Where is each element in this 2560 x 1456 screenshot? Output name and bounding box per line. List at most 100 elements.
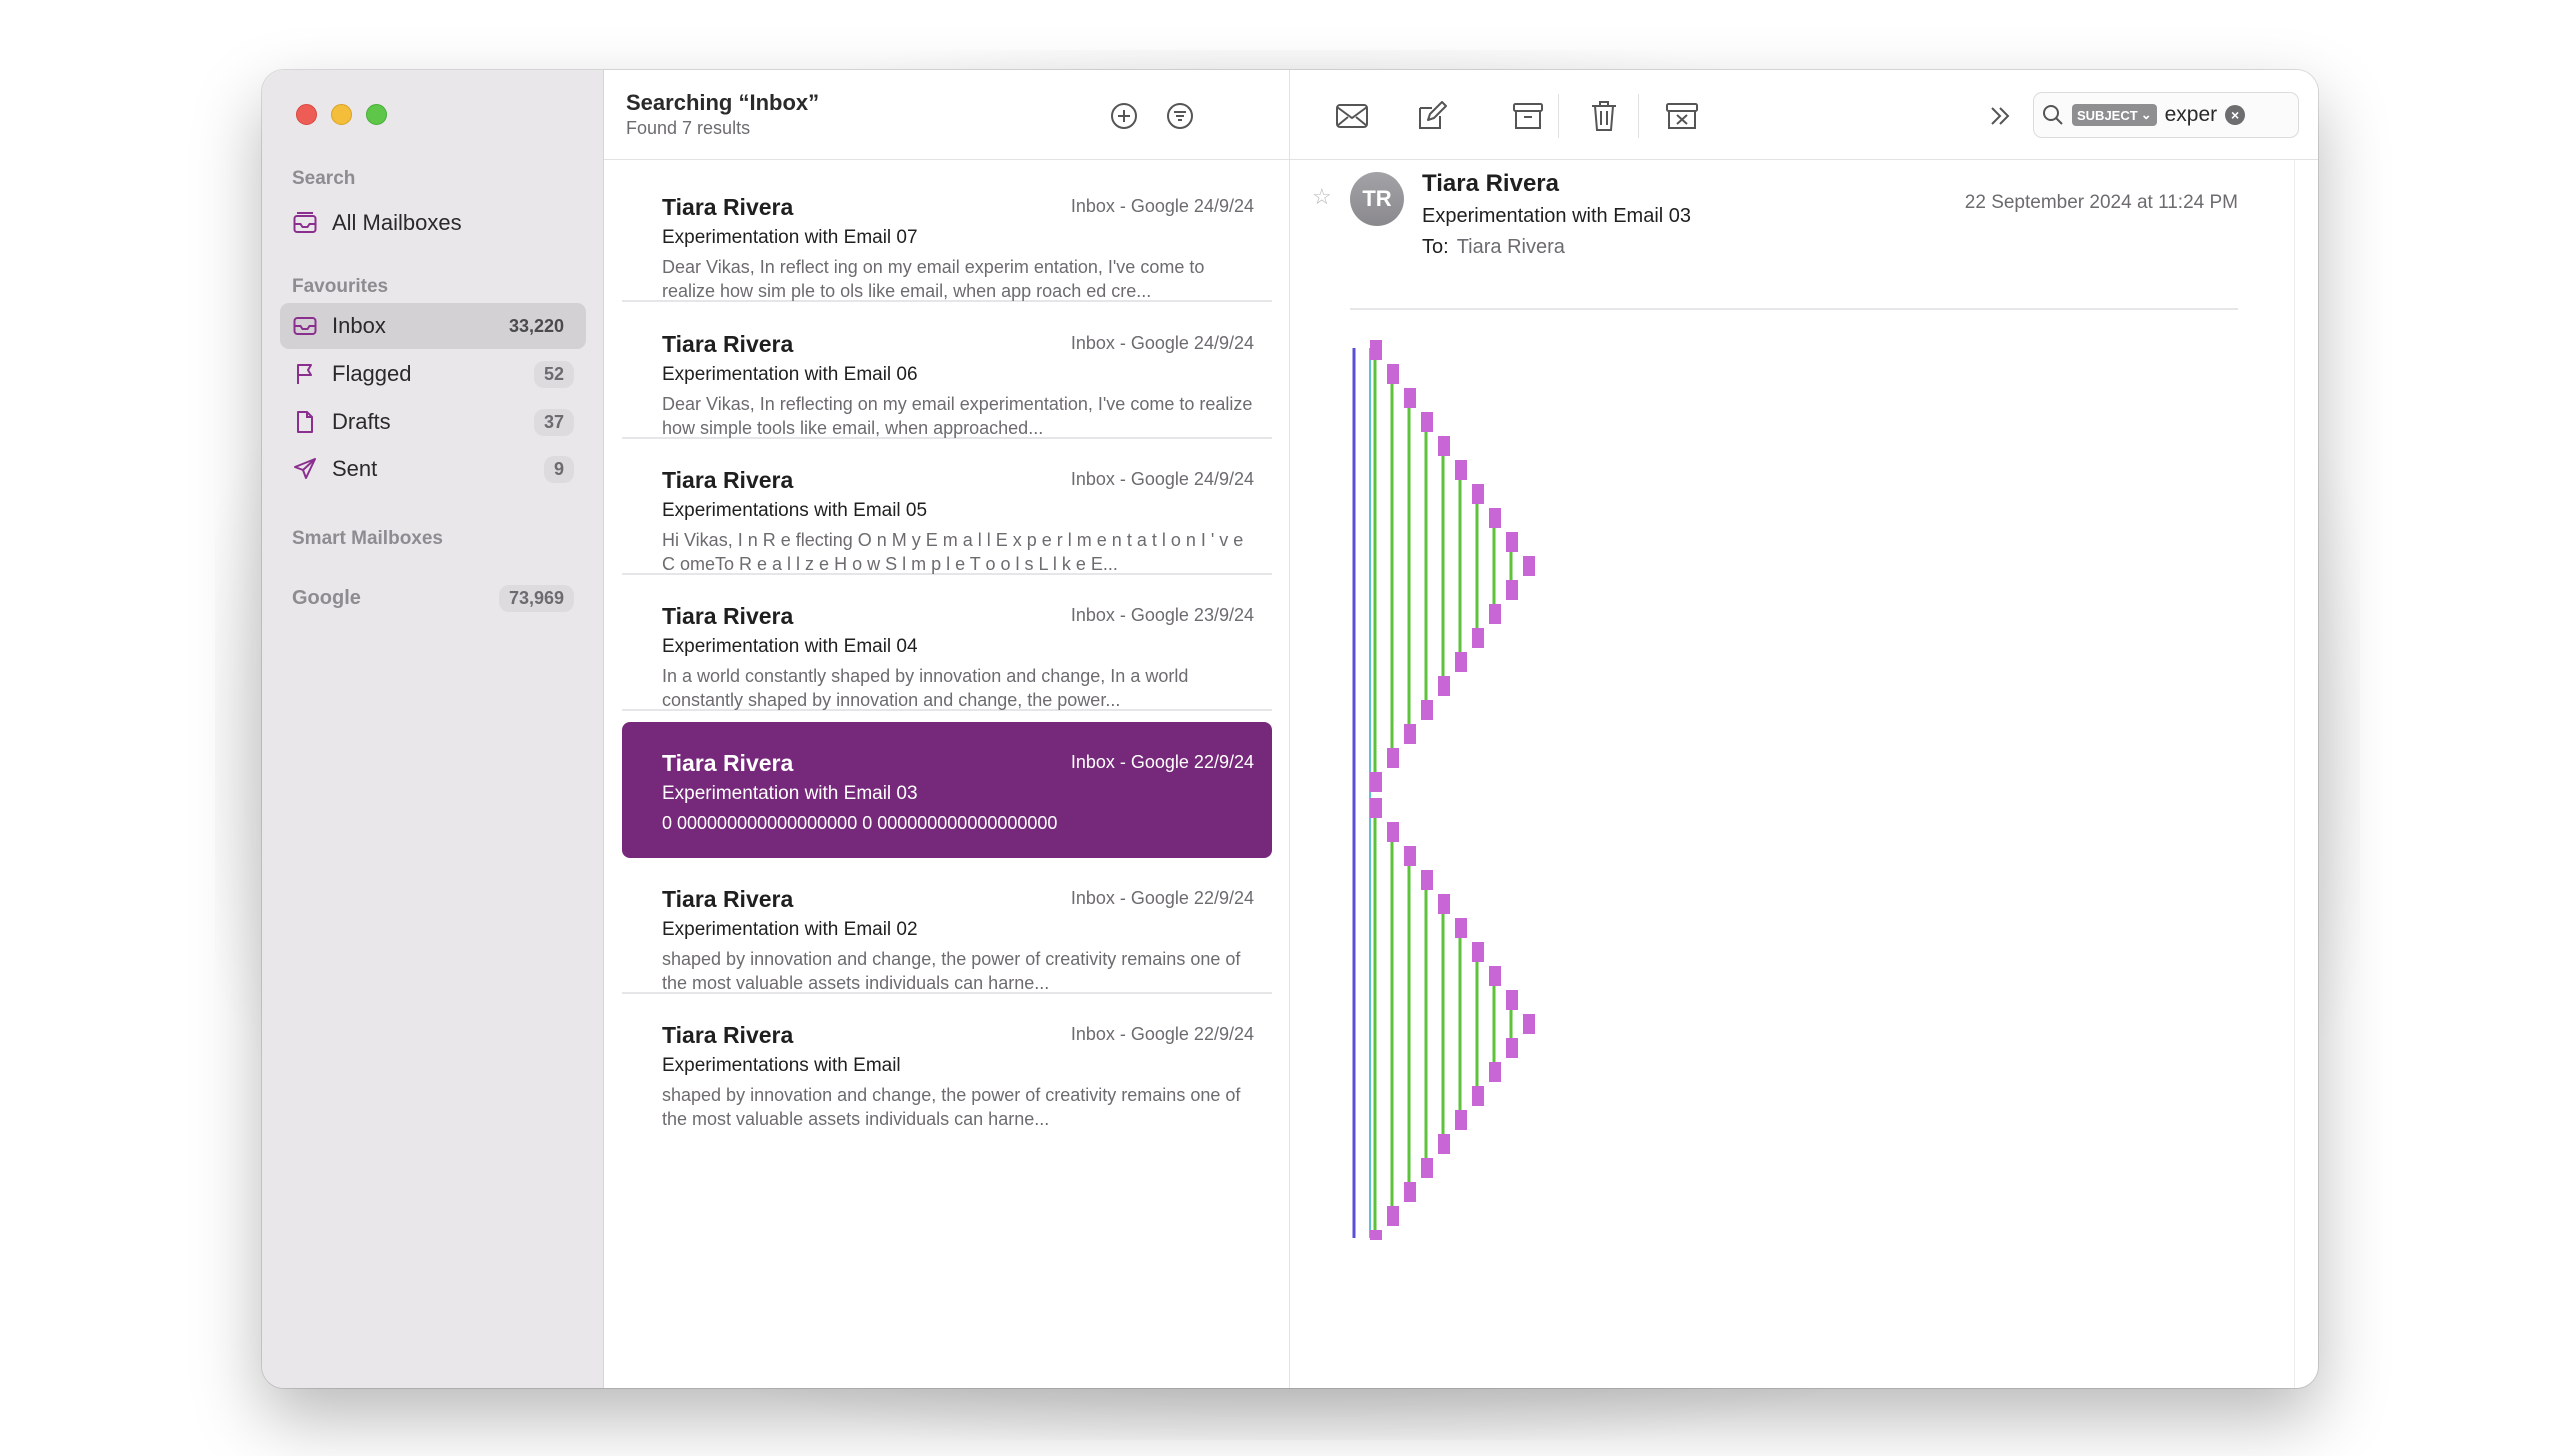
pattern-magenta-block [1404,724,1416,744]
compose-button[interactable] [1412,96,1452,136]
clear-search-icon[interactable]: × [2225,105,2246,125]
pattern-magenta-block [1455,460,1467,480]
pattern-magenta-block [1421,1158,1433,1178]
message-preview: shaped by innovation and change, the pow… [662,949,1241,993]
list-item[interactable]: Tiara Rivera Inbox - Google 24/9/24 Expe… [622,166,1272,302]
search-scope-token[interactable]: SUBJECT ⌄ [2072,104,2157,126]
message-preview: In a world constantly shaped by innovati… [662,666,1189,710]
plus-circle-icon [1111,103,1137,129]
header-divider [1350,308,2238,310]
add-button[interactable] [1108,100,1140,132]
pattern-magenta-block [1387,748,1399,768]
message-preview: shaped by innovation and change, the pow… [662,1085,1241,1129]
list-item[interactable]: Tiara Rivera Inbox - Google 24/9/24 Expe… [622,303,1272,439]
star-icon[interactable]: ☆ [1312,184,1332,210]
pattern-magenta-block [1387,822,1399,842]
search-title: Searching “Inbox” [626,90,820,115]
inbox-icon [292,313,318,339]
sidebar-item-google[interactable]: Google 73,969 [280,575,586,621]
recipient-line: To: Tiara Rivera [1422,236,1565,259]
flag-icon [292,361,318,387]
count-badge: 52 [533,360,574,388]
mailbox-date: Inbox - Google 24/9/24 [1070,196,1254,216]
search-field[interactable]: SUBJECT ⌄ exper × [2033,92,2299,138]
sidebar-item-label: All Mailboxes [332,210,462,235]
message-subject: Experimentation with Email 03 [662,783,918,804]
pattern-magenta-block [1438,436,1450,456]
get-mail-button[interactable] [1332,96,1372,136]
archive-icon [1513,103,1543,129]
delete-button[interactable] [1584,96,1624,136]
mailbox-date: Inbox - Google 23/9/24 [1070,605,1254,625]
sender-name: Tiara Rivera [1422,170,1559,197]
zoom-window-button[interactable] [366,104,387,125]
sidebar-item-label: Sent [332,456,378,481]
pattern-magenta-block [1455,652,1467,672]
message-preview: Dear Vikas, In reflect ing on my email e… [662,257,1205,301]
pattern-magenta-block [1489,1062,1501,1082]
pattern-magenta-block [1438,894,1450,914]
compose-icon [1419,101,1447,129]
close-window-button[interactable] [296,104,317,125]
junk-icon [1666,103,1698,129]
pattern-magenta-block [1421,700,1433,720]
count-badge: 73,969 [498,584,574,612]
message-list-header: Searching “Inbox” Found 7 results [604,70,1289,160]
pattern-magenta-block [1438,676,1450,696]
mailbox-date: Inbox - Google 22/9/24 [1070,752,1254,772]
pattern-magenta-block [1387,1206,1399,1226]
message-body-graphic [1350,340,1570,1250]
sidebar-item-sent[interactable]: Sent 9 [280,446,586,492]
more-toolbar-button[interactable] [1980,96,2020,136]
filter-button[interactable] [1164,100,1196,132]
pattern-magenta-block [1489,966,1501,986]
reading-pane: SUBJECT ⌄ exper × ☆ TR Tiara Rivera Exper… [1290,70,2318,1388]
sidebar-item-drafts[interactable]: Drafts 37 [280,399,586,445]
pattern-magenta-block [1455,1110,1467,1130]
to-label: To: [1422,236,1449,258]
mail-window: Search All Mailboxes Favourites Inbox 33… [262,70,2318,1388]
pattern-magenta-block [1472,942,1484,962]
mailbox-date: Inbox - Google 24/9/24 [1070,333,1254,353]
sidebar-item-label: Flagged [332,361,412,386]
pattern-magenta-block [1506,580,1518,600]
pattern-magenta-block [1370,340,1382,360]
filter-icon [1167,103,1193,129]
trash-icon [1592,101,1616,131]
scrollbar-track[interactable] [2294,160,2318,1388]
search-input[interactable]: exper [2165,103,2218,127]
sidebar-item-inbox[interactable]: Inbox 33,220 [280,303,586,349]
pattern-magenta-block [1438,1134,1450,1154]
list-item-selected[interactable]: Tiara Rivera Inbox - Google 22/9/24 Expe… [622,722,1272,858]
count-badge: 9 [543,455,574,483]
sidebar-item-label: Inbox [332,313,386,338]
message-date: 22 September 2024 at 11:24 PM [1964,192,2238,213]
message-preview: Hi Vikas, I n R e flecting O n M y E m a… [662,530,1244,574]
pattern-magenta-block [1489,508,1501,528]
pattern-magenta-block [1523,556,1535,576]
smart-mailboxes-section-label[interactable]: Smart Mailboxes [292,528,443,550]
junk-button[interactable] [1662,96,1702,136]
sidebar-item-flagged[interactable]: Flagged 52 [280,351,586,397]
list-item[interactable]: Tiara Rivera Inbox - Google 22/9/24 Expe… [622,858,1272,994]
list-item[interactable]: Tiara Rivera Inbox - Google 24/9/24 Expe… [622,439,1272,575]
pattern-magenta-block [1523,1014,1535,1034]
window-controls [296,104,387,125]
message-subject: Experimentations with Email [662,1055,901,1076]
list-item[interactable]: Tiara Rivera Inbox - Google 22/9/24 Expe… [622,994,1272,1130]
pattern-magenta-block [1387,364,1399,384]
minimize-window-button[interactable] [331,104,352,125]
search-section-label: Search [292,168,356,189]
message-subject: Experimentation with Email 06 [662,364,918,385]
account-label: Google [292,586,361,609]
document-icon [292,409,318,435]
pattern-magenta-block [1506,1038,1518,1058]
archive-button[interactable] [1508,96,1548,136]
pattern-magenta-block [1404,388,1416,408]
reader-toolbar: SUBJECT ⌄ exper × [1290,70,2318,160]
list-item[interactable]: Tiara Rivera Inbox - Google 23/9/24 Expe… [622,575,1272,711]
sidebar-item-all-mailboxes[interactable]: All Mailboxes [280,200,586,246]
count-badge: 37 [533,408,574,436]
pattern-magenta-block [1404,846,1416,866]
message-subject: Experimentation with Email 04 [662,636,918,657]
